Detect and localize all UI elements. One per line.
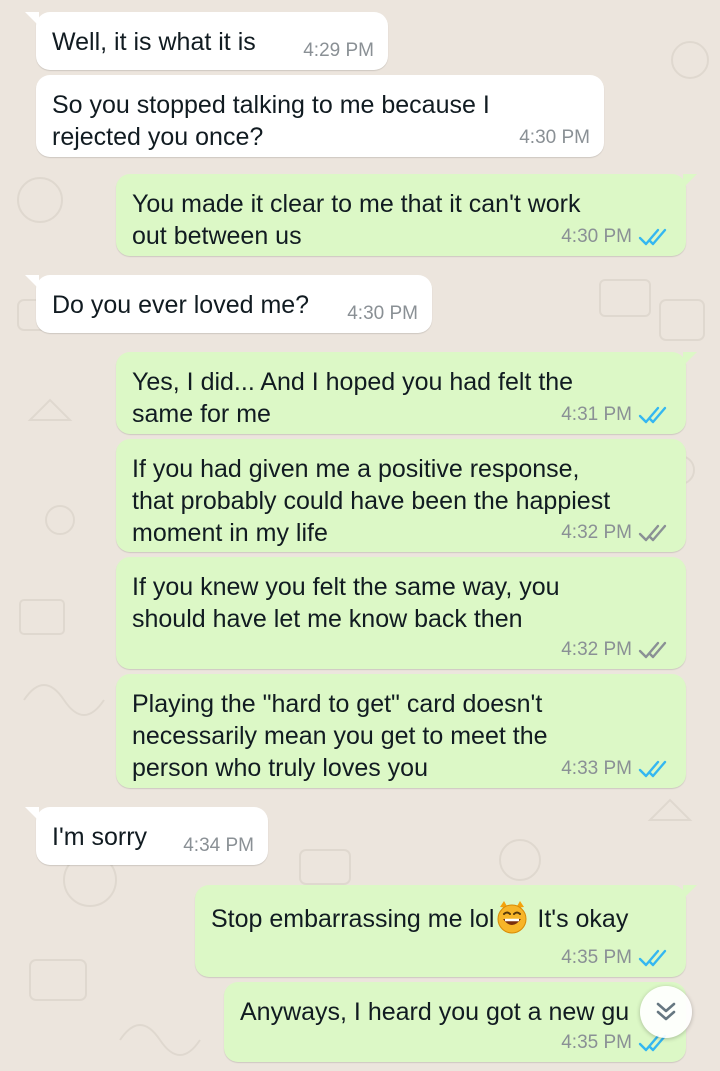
message-text-part: Stop embarrassing me lol — [211, 905, 495, 933]
message-text: Playing the "hard to get" card doesn't n… — [132, 690, 548, 782]
read-ticks-icon — [638, 228, 667, 246]
message-text: So you stopped talking to me because I r… — [52, 91, 490, 151]
read-ticks-icon — [638, 760, 667, 778]
message-text: If you had given me a positive response,… — [132, 455, 611, 547]
message-list[interactable]: Well, it is what it is 4:29 PM So you st… — [0, 0, 720, 1071]
delivered-ticks-icon — [638, 641, 667, 659]
message-bubble-outgoing[interactable]: If you knew you felt the same way, you s… — [116, 557, 686, 669]
message-time: 4:31 PM — [561, 404, 632, 425]
read-ticks-icon — [638, 949, 667, 967]
message-text: If you knew you felt the same way, you s… — [132, 573, 560, 633]
message-time: 4:34 PM — [183, 835, 254, 856]
message-meta: 4:31 PM — [561, 404, 672, 426]
delivered-ticks-icon — [638, 524, 667, 542]
message-meta: 4:32 PM — [561, 522, 672, 544]
message-text: Do you ever loved me? — [52, 291, 310, 319]
message-time: 4:30 PM — [347, 303, 418, 324]
message-bubble-outgoing[interactable]: Stop embarrassing me lol It's okay 4:35 … — [195, 885, 697, 977]
message-text: Anyways, I heard you got a new gu — [240, 998, 630, 1026]
message-time: 4:30 PM — [519, 127, 590, 148]
message-bubble-outgoing[interactable]: Anyways, I heard you got a new gu 4:35 P… — [224, 982, 686, 1062]
message-text: Stop embarrassing me lol It's okay — [211, 901, 629, 934]
message-time: 4:35 PM — [561, 947, 632, 968]
message-meta: 4:30 PM — [561, 226, 672, 248]
message-bubble-incoming[interactable]: So you stopped talking to me because I r… — [36, 75, 604, 157]
message-bubble-outgoing[interactable]: You made it clear to me that it can't wo… — [116, 174, 697, 256]
message-time: 4:33 PM — [561, 758, 632, 779]
message-text: Well, it is what it is — [52, 28, 256, 56]
message-time: 4:32 PM — [561, 639, 632, 660]
message-meta: 4:29 PM — [303, 40, 374, 62]
message-meta: 4:30 PM — [347, 303, 418, 325]
message-bubble-outgoing[interactable]: Playing the "hard to get" card doesn't n… — [116, 674, 686, 788]
message-text: You made it clear to me that it can't wo… — [132, 190, 581, 250]
message-bubble-incoming[interactable]: Do you ever loved me? 4:30 PM — [25, 275, 432, 333]
message-text-part: It's okay — [530, 905, 629, 933]
message-bubble-outgoing[interactable]: Yes, I did... And I hoped you had felt t… — [116, 352, 697, 434]
message-time: 4:32 PM — [561, 522, 632, 543]
message-text: I'm sorry — [52, 823, 148, 851]
message-bubble-outgoing[interactable]: If you had given me a positive response,… — [116, 439, 686, 552]
double-chevron-down-icon — [656, 1002, 676, 1021]
message-meta: 4:34 PM — [183, 835, 254, 857]
grinning-cat-icon — [497, 901, 527, 934]
scroll-to-bottom-button[interactable] — [640, 986, 692, 1038]
read-ticks-icon — [638, 406, 667, 424]
message-meta: 4:33 PM — [561, 758, 672, 780]
message-text: Yes, I did... And I hoped you had felt t… — [132, 368, 574, 428]
message-bubble-incoming[interactable]: I'm sorry 4:34 PM — [25, 807, 268, 865]
message-time: 4:30 PM — [561, 226, 632, 247]
message-meta: 4:35 PM — [561, 947, 672, 969]
message-meta: 4:30 PM — [519, 127, 590, 149]
message-time: 4:29 PM — [303, 40, 374, 61]
message-meta: 4:32 PM — [561, 639, 672, 661]
message-bubble-incoming[interactable]: Well, it is what it is 4:29 PM — [25, 12, 388, 70]
message-time: 4:35 PM — [561, 1032, 632, 1053]
